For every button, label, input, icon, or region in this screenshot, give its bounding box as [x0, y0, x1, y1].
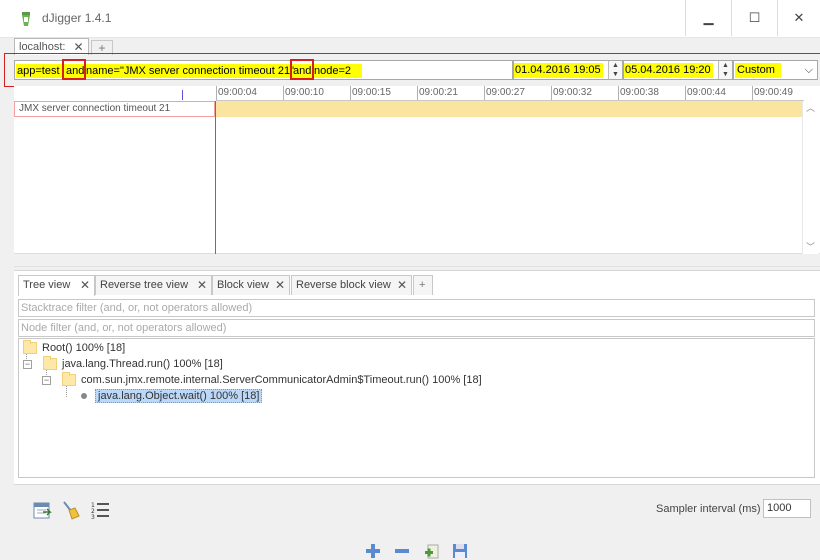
title-bar: dJigger 1.4.1 ▁ ☐ ✕: [0, 0, 820, 38]
tree-node-label: Root() 100% [18]: [42, 342, 126, 354]
query-error-marker-2: [290, 59, 314, 80]
scroll-down-icon[interactable]: ﹀: [806, 240, 815, 253]
tab-label: Reverse block view: [296, 279, 391, 291]
tab-close-icon[interactable]: ✕: [73, 40, 83, 54]
timeline-tick-label: 09:00:27: [486, 87, 525, 98]
broom-clear-icon[interactable]: [60, 500, 80, 520]
timeline-tick: [417, 86, 418, 100]
zoom-out-icon[interactable]: [394, 543, 410, 559]
numbered-list-icon[interactable]: 1 2 3: [90, 500, 110, 520]
tree-node-label: java.lang.Object.wait() 100% [18]: [95, 389, 263, 403]
chevron-down-icon: ⌵: [804, 64, 813, 76]
timeline-tick: [618, 86, 619, 100]
tree-node-timeout-run[interactable]: − com.sun.jmx.remote.internal.ServerComm…: [42, 372, 482, 388]
tab-close-icon[interactable]: ✕: [397, 276, 407, 294]
node-filter-input[interactable]: Node filter (and, or, not operators allo…: [18, 319, 815, 337]
sampler-interval-input[interactable]: 1000: [763, 499, 811, 518]
tab-label: Block view: [217, 279, 269, 291]
stacktrace-filter-input[interactable]: Stacktrace filter (and, or, not operator…: [18, 299, 815, 317]
from-date-field[interactable]: 01.04.2016 19:05 ▲ ▼: [513, 60, 623, 80]
save-icon[interactable]: [452, 543, 468, 559]
timeline-tick-label: 09:00:15: [352, 87, 391, 98]
calendar-export-icon[interactable]: [32, 500, 52, 520]
timeline-tick: [350, 86, 351, 100]
tree-node-thread-run[interactable]: − java.lang.Thread.run() 100% [18]: [23, 356, 223, 372]
range-value: Custom: [737, 64, 775, 76]
collapse-toggle-icon[interactable]: −: [23, 359, 32, 369]
query-input[interactable]: app=test and name="JMX server connection…: [14, 59, 513, 80]
timeline-tick-label: 09:00:49: [754, 87, 793, 98]
folder-icon: [62, 372, 76, 386]
views-panel: Tree view ✕ Reverse tree view ✕ Block vi…: [14, 270, 820, 484]
tab-close-icon[interactable]: ✕: [197, 276, 207, 294]
query-part-name: name="JMX server connection timeout 21": [86, 65, 295, 77]
window-title: dJigger 1.4.1: [42, 11, 112, 25]
folder-icon: [43, 356, 57, 370]
tab-label: Tree view: [23, 279, 71, 291]
tab-reverse-block-view[interactable]: Reverse block view ✕: [291, 275, 412, 295]
timeline-tick-label: 09:00:32: [553, 87, 592, 98]
minimize-button[interactable]: ▁: [685, 0, 731, 36]
timeline-tick: [484, 86, 485, 100]
timeline-tick-label: 09:00:04: [218, 87, 257, 98]
range-select[interactable]: Custom ⌵: [733, 60, 818, 80]
call-tree[interactable]: Root() 100% [18] − java.lang.Thread.run(…: [18, 338, 815, 478]
query-error-marker-1: [62, 59, 86, 80]
timeline-tick: [752, 86, 753, 100]
close-button[interactable]: ✕: [777, 0, 820, 36]
timeline-divider[interactable]: [215, 101, 216, 254]
tree-node-label: java.lang.Thread.run() 100% [18]: [62, 358, 223, 370]
timeline-tick-label: 09:00:21: [419, 87, 458, 98]
maximize-button[interactable]: ☐: [731, 0, 777, 36]
timeline-cursor: [182, 90, 183, 100]
to-date-field[interactable]: 05.04.2016 19:20 ▲ ▼: [623, 60, 733, 80]
timeline-scrollbar[interactable]: ︿ ﹀: [802, 101, 819, 254]
query-part-app: app=test: [17, 65, 60, 77]
add-file-icon[interactable]: [424, 543, 440, 559]
timeline-tick-label: 09:00:10: [285, 87, 324, 98]
collapse-toggle-icon[interactable]: −: [42, 375, 51, 385]
timeline-tick: [283, 86, 284, 100]
timeline-tick: [216, 86, 217, 100]
tab-block-view[interactable]: Block view ✕: [212, 275, 290, 295]
scroll-up-icon[interactable]: ︿: [806, 101, 815, 114]
timeline-tick: [551, 86, 552, 100]
app-logo-icon: [22, 12, 30, 26]
tab-label: Reverse tree view: [100, 279, 189, 291]
folder-icon: [23, 340, 37, 354]
svg-text:3: 3: [91, 514, 95, 520]
add-view-tab-button[interactable]: +: [413, 275, 433, 295]
sampler-interval-label: Sampler interval (ms): [656, 503, 761, 515]
timeline-panel[interactable]: 09:00:04 09:00:10 09:00:15 09:00:21 09:00:27…: [14, 86, 820, 254]
timeline-tick-label: 09:00:38: [620, 87, 659, 98]
close-icon: ✕: [793, 10, 805, 25]
minimize-icon: ▁: [703, 10, 714, 25]
to-date-value: 05.04.2016 19:20: [625, 64, 711, 76]
tree-node-label: com.sun.jmx.remote.internal.ServerCommun…: [81, 374, 482, 386]
tab-label: localhost:: [19, 41, 66, 53]
from-date-value: 01.04.2016 19:05: [515, 64, 601, 76]
leaf-node-icon: [81, 393, 87, 399]
timeline-tick: [685, 86, 686, 100]
zoom-in-icon[interactable]: [365, 543, 381, 559]
tab-close-icon[interactable]: ✕: [80, 276, 90, 294]
from-date-spinner[interactable]: ▲ ▼: [608, 61, 622, 79]
query-part-node: node=2: [314, 65, 352, 77]
tab-close-icon[interactable]: ✕: [275, 276, 285, 294]
to-date-spinner[interactable]: ▲ ▼: [718, 61, 732, 79]
timeline-row-label[interactable]: JMX server connection timeout 21: [14, 101, 215, 117]
tree-node-root[interactable]: Root() 100% [18]: [23, 340, 125, 356]
tab-tree-view[interactable]: Tree view ✕: [18, 275, 95, 296]
timeline-row-bar[interactable]: [216, 101, 802, 117]
bottom-toolbar: 1 2 3 Sampler interval (ms) 1000: [14, 484, 820, 560]
maximize-icon: ☐: [748, 10, 761, 25]
timeline-tick-label: 09:00:44: [687, 87, 726, 98]
tree-node-object-wait[interactable]: java.lang.Object.wait() 100% [18]: [81, 388, 263, 404]
tab-reverse-tree-view[interactable]: Reverse tree view ✕: [95, 275, 212, 295]
